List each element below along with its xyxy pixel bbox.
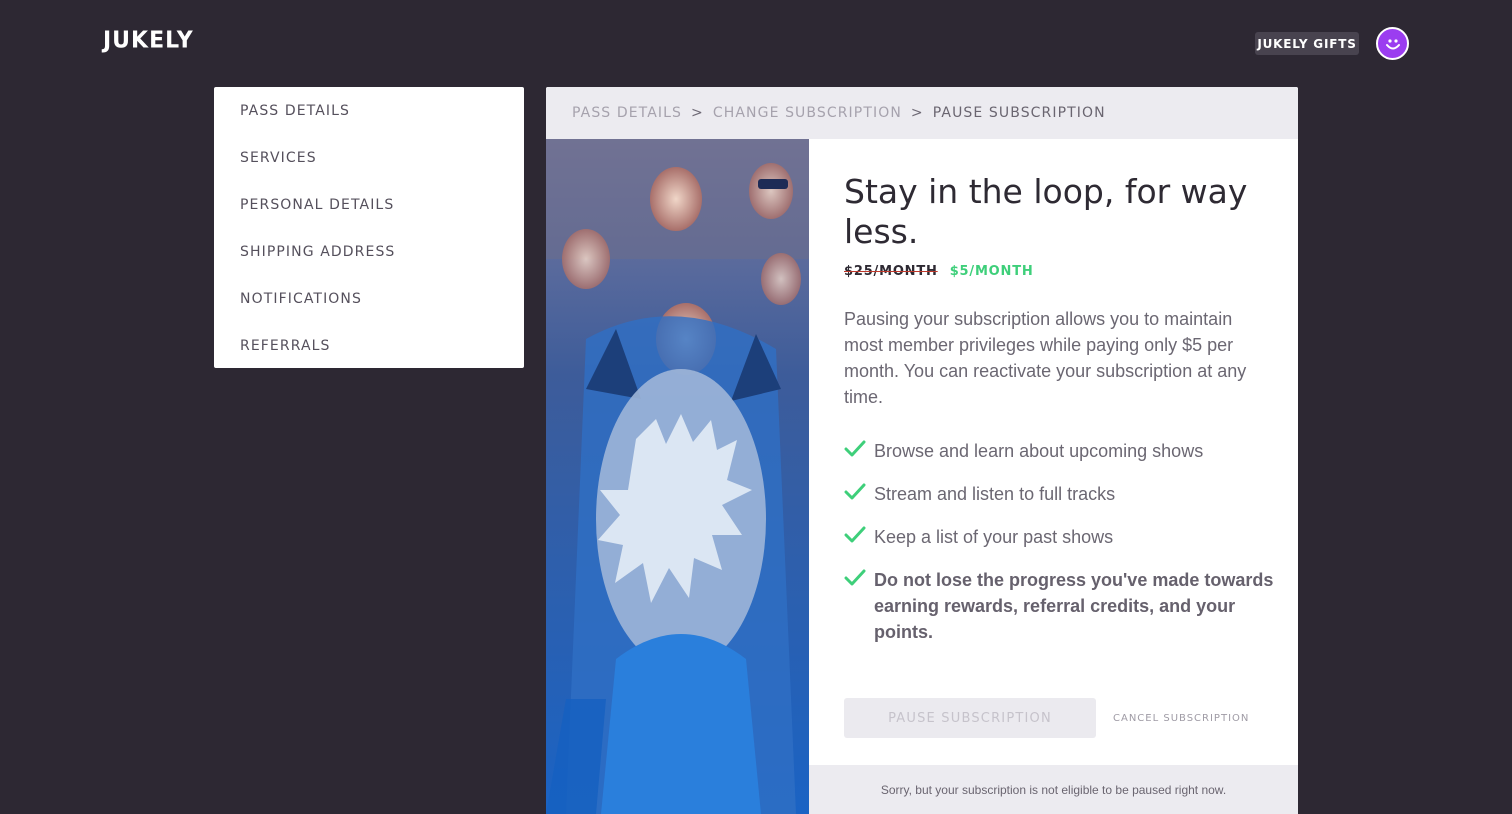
sidebar-item-services[interactable]: SERVICES xyxy=(214,147,524,194)
sidebar-item-pass-details[interactable]: PASS DETAILS xyxy=(214,100,524,147)
list-item: Stream and listen to full tracks xyxy=(844,481,1274,507)
pause-subscription-button[interactable]: PAUSE SUBSCRIPTION xyxy=(844,698,1096,738)
sidebar-item-notifications[interactable]: NOTIFICATIONS xyxy=(214,288,524,335)
subscription-actions: PAUSE SUBSCRIPTION CANCEL SUBSCRIPTION xyxy=(844,698,1249,738)
old-price: $25/MONTH xyxy=(844,264,938,279)
user-avatar[interactable] xyxy=(1376,27,1409,60)
check-icon xyxy=(844,481,874,507)
sidebar-item-referrals[interactable]: REFERRALS xyxy=(214,335,524,382)
benefit-text: Browse and learn about upcoming shows xyxy=(874,441,1204,461)
benefit-text: Do not lose the progress you've made tow… xyxy=(874,570,1274,642)
benefit-text: Stream and listen to full tracks xyxy=(874,484,1116,504)
benefits-list: Browse and learn about upcoming shows St… xyxy=(844,438,1274,645)
list-item: Keep a list of your past shows xyxy=(844,524,1274,550)
breadcrumb: PASS DETAILS > CHANGE SUBSCRIPTION > PAU… xyxy=(546,87,1298,139)
price-comparison: $25/MONTH $5/MONTH xyxy=(844,264,1274,279)
breadcrumb-pause-subscription: PAUSE SUBSCRIPTION xyxy=(932,105,1106,121)
smiley-face-icon xyxy=(1385,38,1400,49)
list-item: Do not lose the progress you've made tow… xyxy=(844,567,1274,645)
pause-subscription-panel: PASS DETAILS > CHANGE SUBSCRIPTION > PAU… xyxy=(546,87,1298,814)
benefit-text: Keep a list of your past shows xyxy=(874,527,1114,547)
breadcrumb-separator: > xyxy=(910,105,924,121)
cancel-subscription-link[interactable]: CANCEL SUBSCRIPTION xyxy=(1113,713,1249,724)
concert-crowd-photo xyxy=(546,139,809,814)
breadcrumb-separator: > xyxy=(691,105,704,121)
new-price: $5/MONTH xyxy=(949,264,1034,279)
pause-offer-content: Stay in the loop, for way less. $25/MONT… xyxy=(844,139,1274,662)
ineligible-notice: Sorry, but your subscription is not elig… xyxy=(809,765,1298,814)
account-sidebar: PASS DETAILS SERVICES PERSONAL DETAILS S… xyxy=(214,87,524,368)
check-icon xyxy=(844,438,874,464)
jukely-gifts-button[interactable]: JUKELY GIFTS xyxy=(1255,32,1359,55)
list-item: Browse and learn about upcoming shows xyxy=(844,438,1274,464)
jukely-logo[interactable]: JUKELY xyxy=(103,27,194,53)
page-title: Stay in the loop, for way less. xyxy=(844,172,1248,251)
breadcrumb-change-subscription[interactable]: CHANGE SUBSCRIPTION xyxy=(713,105,902,121)
check-icon xyxy=(844,524,874,550)
check-icon xyxy=(844,567,874,645)
pause-description: Pausing your subscription allows you to … xyxy=(844,309,1247,407)
sidebar-item-shipping-address[interactable]: SHIPPING ADDRESS xyxy=(214,241,524,288)
sidebar-item-personal-details[interactable]: PERSONAL DETAILS xyxy=(214,194,524,241)
breadcrumb-pass-details[interactable]: PASS DETAILS xyxy=(572,105,682,121)
